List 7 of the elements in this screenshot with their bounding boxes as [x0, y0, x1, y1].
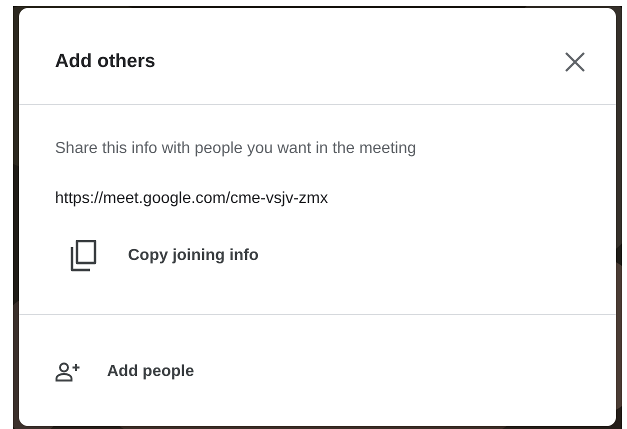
copy-info-button[interactable]: Copy joining info — [70, 226, 259, 286]
share-message: Share this info with people you want in the meeting — [55, 140, 418, 158]
add-person-icon — [55, 362, 81, 382]
add-people-button[interactable]: Add people — [55, 352, 194, 392]
copy-icon — [70, 240, 98, 272]
close-icon — [564, 51, 586, 73]
dialog-title: Add others — [55, 51, 156, 73]
